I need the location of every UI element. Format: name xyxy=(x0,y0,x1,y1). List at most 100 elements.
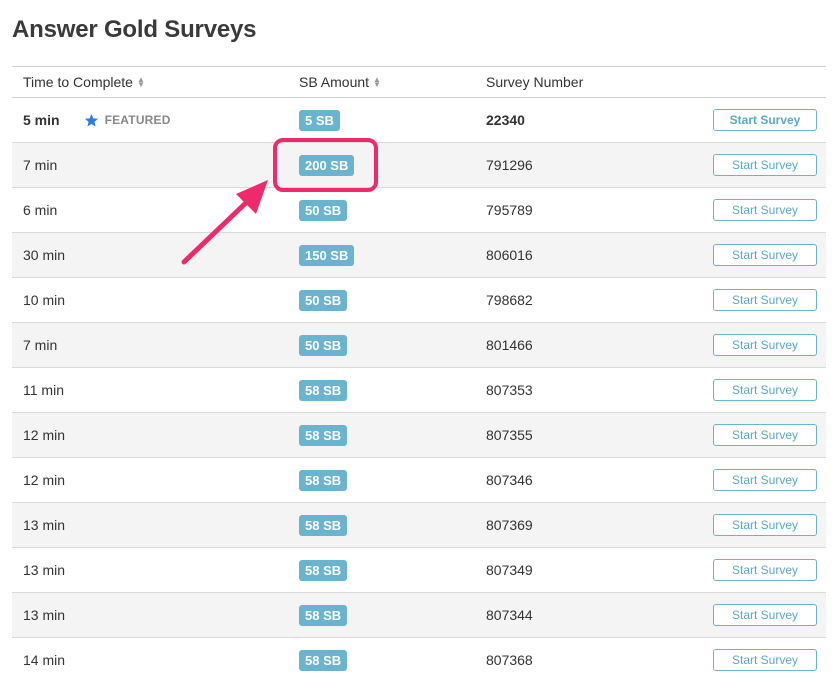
cell-time: 30 min xyxy=(12,247,299,263)
start-survey-button[interactable]: Start Survey xyxy=(713,649,817,671)
time-value: 11 min xyxy=(23,382,64,398)
start-survey-button[interactable]: Start Survey xyxy=(713,244,817,266)
sort-icon[interactable]: ▲ ▼ xyxy=(373,76,381,89)
time-value: 30 min xyxy=(23,247,66,263)
start-survey-button[interactable]: Start Survey xyxy=(713,379,817,401)
cell-time: 7 min xyxy=(12,337,299,353)
cell-time: 5 min FEATURED xyxy=(12,112,299,128)
start-survey-button[interactable]: Start Survey xyxy=(713,289,817,311)
cell-sb: 58 SB xyxy=(299,379,486,401)
sb-amount-badge: 58 SB xyxy=(299,514,348,536)
table-row: 13 min 58 SB 807344 Start Survey xyxy=(12,593,826,638)
sb-amount-badge: 50 SB xyxy=(299,334,348,356)
cell-time: 6 min xyxy=(12,202,299,218)
sb-amount-badge: 50 SB xyxy=(299,199,348,221)
cell-action: Start Survey xyxy=(710,379,826,401)
cell-time: 7 min xyxy=(12,157,299,173)
survey-number: 791296 xyxy=(486,157,533,173)
sort-icon[interactable]: ▲ ▼ xyxy=(137,76,145,89)
cell-sb: 58 SB xyxy=(299,604,486,626)
header-sb-label: SB Amount xyxy=(299,74,370,90)
time-value: 13 min xyxy=(23,607,66,623)
start-survey-button[interactable]: Start Survey xyxy=(713,334,817,356)
header-number-label: Survey Number xyxy=(486,74,584,90)
survey-number: 798682 xyxy=(486,292,533,308)
start-survey-button[interactable]: Start Survey xyxy=(713,514,817,536)
cell-action: Start Survey xyxy=(710,199,826,221)
time-value: 13 min xyxy=(23,562,66,578)
survey-number: 795789 xyxy=(486,202,533,218)
cell-time: 10 min xyxy=(12,292,299,308)
start-survey-button[interactable]: Start Survey xyxy=(713,559,817,581)
start-survey-button[interactable]: Start Survey xyxy=(713,424,817,446)
cell-action: Start Survey xyxy=(710,604,826,626)
start-survey-button[interactable]: Start Survey xyxy=(713,199,817,221)
table-body: 5 min FEATURED 5 SB 22340 Start Survey 7… xyxy=(12,98,826,681)
header-time-to-complete[interactable]: Time to Complete ▲ ▼ xyxy=(12,74,299,90)
cell-action: Start Survey xyxy=(710,244,826,266)
time-value: 13 min xyxy=(23,517,66,533)
sb-amount-badge: 200 SB xyxy=(299,154,355,176)
table-row: 13 min 58 SB 807349 Start Survey xyxy=(12,548,826,593)
table-row: 5 min FEATURED 5 SB 22340 Start Survey xyxy=(12,98,826,143)
header-time-label: Time to Complete xyxy=(23,74,133,90)
cell-sb: 58 SB xyxy=(299,514,486,536)
cell-sb: 200 SB xyxy=(299,154,486,176)
table-row: 12 min 58 SB 807355 Start Survey xyxy=(12,413,826,458)
survey-number: 807355 xyxy=(486,427,533,443)
start-survey-button[interactable]: Start Survey xyxy=(713,604,817,626)
cell-action: Start Survey xyxy=(710,424,826,446)
cell-action: Start Survey xyxy=(710,514,826,536)
surveys-table: Time to Complete ▲ ▼ SB Amount ▲ ▼ Survey … xyxy=(12,66,826,681)
cell-time: 13 min xyxy=(12,607,299,623)
survey-number: 807349 xyxy=(486,562,533,578)
cell-time: 12 min xyxy=(12,427,299,443)
start-survey-button[interactable]: Start Survey xyxy=(713,109,817,131)
sb-amount-badge: 58 SB xyxy=(299,604,348,626)
table-row: 7 min 50 SB 801466 Start Survey xyxy=(12,323,826,368)
cell-time: 13 min xyxy=(12,562,299,578)
time-value: 5 min xyxy=(23,112,60,128)
table-row: 11 min 58 SB 807353 Start Survey xyxy=(12,368,826,413)
time-value: 6 min xyxy=(23,202,58,218)
cell-sb: 58 SB xyxy=(299,559,486,581)
time-value: 12 min xyxy=(23,472,66,488)
sb-amount-badge: 58 SB xyxy=(299,649,348,671)
cell-time: 14 min xyxy=(12,652,299,668)
cell-sb: 150 SB xyxy=(299,244,486,266)
sb-amount-badge: 50 SB xyxy=(299,289,348,311)
cell-action: Start Survey xyxy=(710,289,826,311)
star-icon xyxy=(84,113,98,126)
table-row: 10 min 50 SB 798682 Start Survey xyxy=(12,278,826,323)
start-survey-button[interactable]: Start Survey xyxy=(713,154,817,176)
table-row: 6 min 50 SB 795789 Start Survey xyxy=(12,188,826,233)
header-survey-number: Survey Number xyxy=(486,74,710,90)
survey-number: 807344 xyxy=(486,607,533,623)
cell-sb: 58 SB xyxy=(299,649,486,671)
cell-action: Start Survey xyxy=(710,649,826,671)
featured-label: FEATURED xyxy=(104,113,171,127)
cell-sb: 50 SB xyxy=(299,199,486,221)
survey-number: 807346 xyxy=(486,472,533,488)
table-row: 12 min 58 SB 807346 Start Survey xyxy=(12,458,826,503)
table-row: 13 min 58 SB 807369 Start Survey xyxy=(12,503,826,548)
time-value: 14 min xyxy=(23,652,66,668)
time-value: 7 min xyxy=(23,157,58,173)
header-sb-amount[interactable]: SB Amount ▲ ▼ xyxy=(299,74,486,90)
cell-sb: 50 SB xyxy=(299,334,486,356)
survey-number: 807369 xyxy=(486,517,533,533)
cell-sb: 58 SB xyxy=(299,469,486,491)
start-survey-button[interactable]: Start Survey xyxy=(713,469,817,491)
cell-time: 11 min xyxy=(12,382,299,398)
sb-amount-badge: 58 SB xyxy=(299,559,348,581)
survey-number: 807353 xyxy=(486,382,533,398)
cell-time: 12 min xyxy=(12,472,299,488)
cell-time: 13 min xyxy=(12,517,299,533)
survey-number: 22340 xyxy=(486,112,525,128)
cell-sb: 5 SB xyxy=(299,109,486,131)
survey-number: 801466 xyxy=(486,337,533,353)
table-row: 14 min 58 SB 807368 Start Survey xyxy=(12,638,826,681)
survey-number: 806016 xyxy=(486,247,533,263)
sb-amount-badge: 58 SB xyxy=(299,424,348,446)
time-value: 12 min xyxy=(23,427,66,443)
